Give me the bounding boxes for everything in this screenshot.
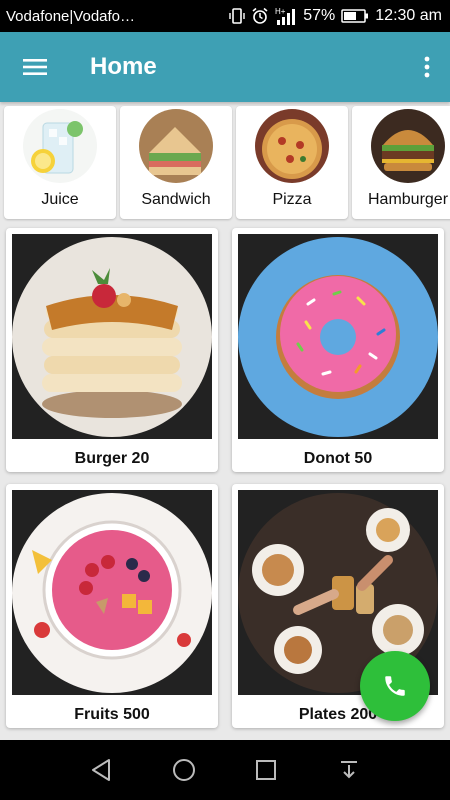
product-card[interactable]: Donot 50	[232, 228, 444, 472]
pizza-thumbnail	[255, 109, 329, 183]
category-item-sandwich[interactable]: Sandwich	[120, 106, 232, 219]
home-button[interactable]	[164, 750, 204, 790]
system-nav-bar	[0, 740, 450, 800]
product-caption: Donot 50	[303, 450, 373, 467]
carrier-name: Vodafone|Vodafo…	[6, 7, 136, 25]
juice-thumbnail	[23, 109, 97, 183]
product-caption: Burger 20	[74, 450, 150, 467]
menu-button[interactable]	[0, 32, 70, 102]
clock: 12:30 am	[375, 7, 442, 24]
battery-percent: 57%	[303, 7, 336, 24]
status-bar: Vodafone|Vodafo… H+ 57% 12:30 am	[0, 0, 450, 32]
page-title: Home	[90, 53, 157, 80]
home-circle-icon	[172, 759, 195, 781]
category-label: Hamburger	[367, 191, 449, 208]
recents-button[interactable]	[246, 750, 286, 790]
call-button[interactable]	[360, 651, 430, 721]
phone-icon	[385, 676, 405, 696]
sandwich-thumbnail	[139, 109, 213, 183]
category-label: Sandwich	[141, 191, 211, 208]
product-image	[12, 490, 212, 695]
category-list[interactable]: Juice Sandwich Pizza Hamburger	[0, 102, 450, 222]
alarm-icon	[251, 7, 269, 25]
app-bar: Home	[0, 32, 450, 102]
product-image	[238, 234, 438, 439]
overflow-menu-button[interactable]	[404, 32, 450, 102]
product-image	[12, 234, 212, 439]
product-card[interactable]: Burger 20	[6, 228, 218, 472]
signal-icon: H+	[275, 6, 297, 26]
back-button[interactable]	[81, 750, 121, 790]
hamburger-thumbnail	[371, 109, 445, 183]
category-label: Juice	[41, 191, 79, 208]
back-triangle-icon	[92, 759, 111, 781]
hamburger-menu-icon	[23, 59, 47, 75]
category-item-hamburger[interactable]: Hamburger	[352, 106, 450, 219]
more-vert-icon	[424, 56, 430, 78]
vibrate-icon	[229, 7, 245, 25]
recents-square-icon	[256, 760, 277, 780]
category-item-pizza[interactable]: Pizza	[236, 106, 348, 219]
category-item-juice[interactable]: Juice	[4, 106, 116, 219]
product-caption: Fruits 500	[74, 706, 150, 723]
product-card[interactable]: Fruits 500	[6, 484, 218, 728]
notification-pull-button[interactable]	[329, 750, 369, 790]
network-type: H+	[275, 7, 286, 16]
category-label: Pizza	[272, 191, 312, 208]
pull-down-icon	[340, 761, 357, 779]
battery-icon	[341, 8, 369, 24]
